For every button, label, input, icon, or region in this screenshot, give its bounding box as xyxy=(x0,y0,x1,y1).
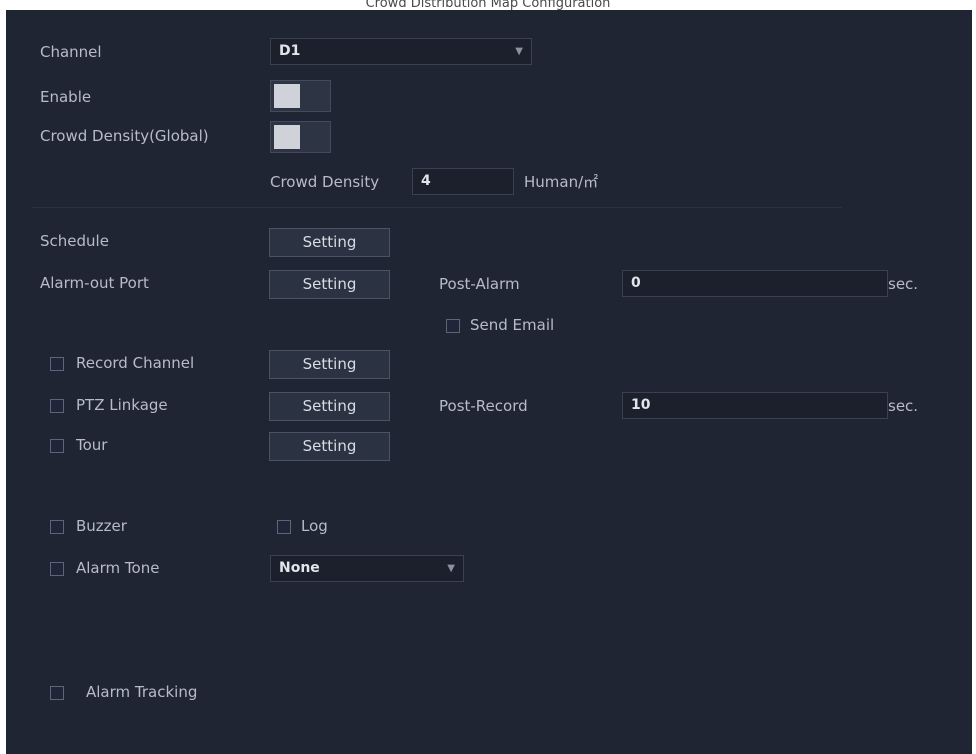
send-email-label: Send Email xyxy=(470,316,555,334)
chevron-down-icon: ▼ xyxy=(515,46,523,57)
ptz-linkage-label: PTZ Linkage xyxy=(76,396,168,414)
ptz-linkage-checkbox[interactable] xyxy=(50,399,64,413)
alarm-out-port-label: Alarm-out Port xyxy=(40,274,149,292)
record-channel-checkbox[interactable] xyxy=(50,357,64,371)
channel-label: Channel xyxy=(40,43,102,61)
post-record-input[interactable]: 10 xyxy=(622,392,888,419)
crowd-density-unit: Human/㎡ xyxy=(524,173,599,191)
alarm-tone-value: None xyxy=(279,560,320,576)
ptz-linkage-setting-button[interactable]: Setting xyxy=(269,392,390,421)
crowd-density-label: Crowd Density xyxy=(270,173,380,191)
crowd-density-global-label: Crowd Density(Global) xyxy=(40,127,209,145)
channel-select[interactable]: D1 ▼ xyxy=(270,38,532,65)
buzzer-checkbox[interactable] xyxy=(50,520,64,534)
log-label: Log xyxy=(301,517,328,535)
post-alarm-input[interactable]: 0 xyxy=(622,270,888,297)
log-checkbox[interactable] xyxy=(277,520,291,534)
chevron-down-icon: ▼ xyxy=(447,563,455,574)
alarm-out-setting-button[interactable]: Setting xyxy=(269,270,390,299)
enable-label: Enable xyxy=(40,88,92,106)
post-record-label: Post-Record xyxy=(439,397,528,415)
channel-value: D1 xyxy=(279,43,301,59)
settings-panel: Channel D1 ▼ Enable Crowd Density(Global… xyxy=(6,10,972,754)
page-title: Crowd Distribution Map Configuration xyxy=(365,0,611,10)
alarm-tone-select[interactable]: None ▼ xyxy=(270,555,464,582)
post-alarm-unit: sec. xyxy=(888,275,919,293)
toggle-knob xyxy=(274,84,300,108)
section-divider xyxy=(32,207,842,208)
alarm-tone-checkbox[interactable] xyxy=(50,562,64,576)
tour-checkbox[interactable] xyxy=(50,439,64,453)
send-email-checkbox[interactable] xyxy=(446,319,460,333)
post-alarm-label: Post-Alarm xyxy=(439,275,520,293)
record-channel-label: Record Channel xyxy=(76,354,195,372)
alarm-tone-label: Alarm Tone xyxy=(76,559,160,577)
toggle-knob xyxy=(274,125,300,149)
post-record-unit: sec. xyxy=(888,397,919,415)
record-channel-setting-button[interactable]: Setting xyxy=(269,350,390,379)
tour-label: Tour xyxy=(76,436,108,454)
alarm-tracking-label: Alarm Tracking xyxy=(86,683,198,701)
tour-setting-button[interactable]: Setting xyxy=(269,432,390,461)
enable-toggle[interactable] xyxy=(270,80,331,112)
crowd-density-global-toggle[interactable] xyxy=(270,121,331,153)
schedule-setting-button[interactable]: Setting xyxy=(269,228,390,257)
schedule-label: Schedule xyxy=(40,232,109,250)
alarm-tracking-checkbox[interactable] xyxy=(50,686,64,700)
crowd-density-input[interactable]: 4 xyxy=(412,168,514,195)
buzzer-label: Buzzer xyxy=(76,517,127,535)
